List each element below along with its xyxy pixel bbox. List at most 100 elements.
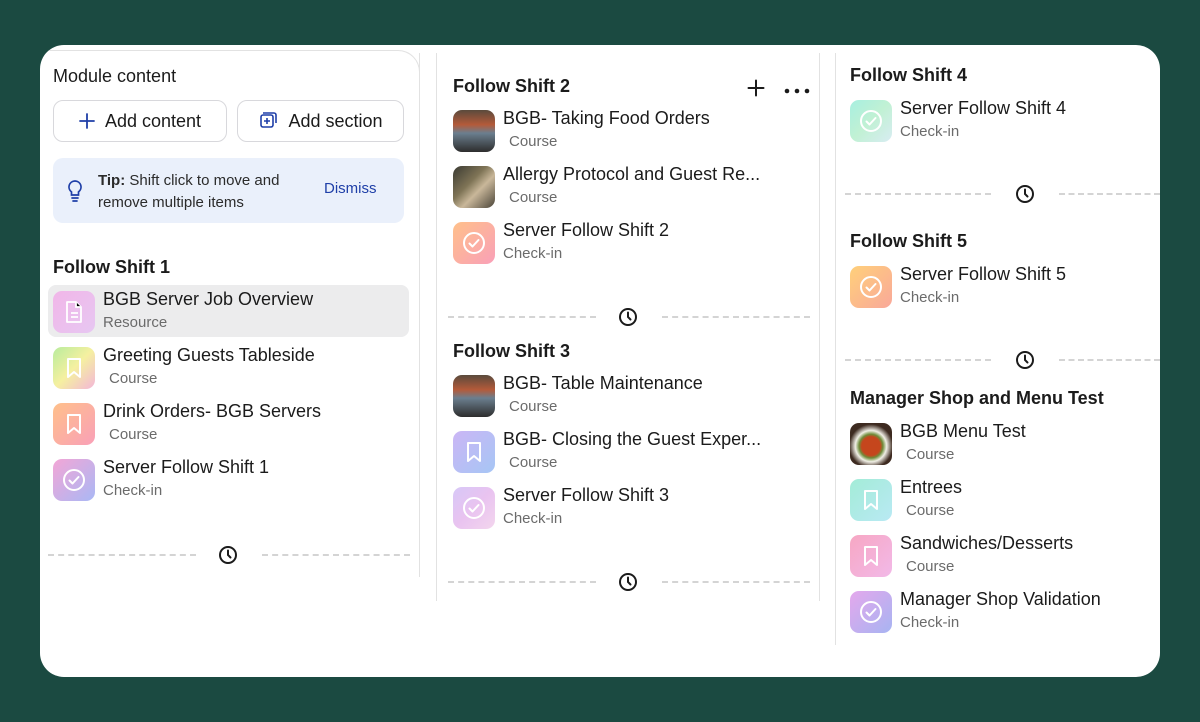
clock-icon[interactable] <box>618 572 638 597</box>
item-type: Course <box>509 133 558 150</box>
list-item[interactable]: BGB Server Job Overview Resource <box>48 285 409 337</box>
section-actions <box>747 79 811 102</box>
item-name: Allergy Protocol and Guest Re... <box>503 164 761 184</box>
item-name: Server Follow Shift 5 <box>900 264 1067 284</box>
clock-icon[interactable] <box>618 307 638 332</box>
column-separator <box>819 53 820 601</box>
check-circle-icon <box>850 266 892 308</box>
item-name: Greeting Guests Tableside <box>103 345 315 365</box>
section-divider <box>448 307 810 327</box>
list-item[interactable]: Manager Shop Validation Check-in <box>850 585 1150 637</box>
item-type: Check-in <box>103 482 163 499</box>
item-name: Server Follow Shift 2 <box>503 220 670 240</box>
restaurant-photo-thumbnail <box>453 110 495 152</box>
module-content-title: Module content <box>53 66 177 86</box>
add-section-button[interactable]: Add section <box>237 100 404 142</box>
section-divider <box>48 545 410 565</box>
section-title: Follow Shift 2 <box>453 76 570 96</box>
add-content-button[interactable]: Add content <box>53 100 227 142</box>
check-circle-icon <box>850 591 892 633</box>
item-type: Course <box>109 426 158 443</box>
list-item[interactable]: BGB- Taking Food Orders Course <box>453 104 813 156</box>
item-name: Server Follow Shift 3 <box>503 485 670 505</box>
item-type: Check-in <box>503 245 563 262</box>
section-title: Follow Shift 5 <box>850 231 967 251</box>
item-name: Server Follow Shift 4 <box>900 98 1067 118</box>
tip-message: Shift click to move and remove multiple … <box>98 172 280 211</box>
restaurant-photo-thumbnail <box>453 375 495 417</box>
item-type: Course <box>509 189 558 206</box>
tip-text: Tip: Shift click to move and remove mult… <box>98 170 318 214</box>
bookmark-icon <box>453 431 495 473</box>
item-name: Entrees <box>900 477 963 497</box>
module-editor-card: Module content Add content Add section T… <box>40 45 1160 677</box>
list-item[interactable]: BGB- Closing the Guest Exper... Course <box>453 425 813 477</box>
tip-banner: Tip: Shift click to move and remove mult… <box>53 158 404 223</box>
check-circle-icon <box>453 487 495 529</box>
section-divider <box>845 184 1160 204</box>
item-type: Course <box>906 502 955 519</box>
item-name: BGB Menu Test <box>900 421 1026 441</box>
list-item[interactable]: Allergy Protocol and Guest Re... Course <box>453 160 813 212</box>
column-separator <box>419 53 420 577</box>
lightbulb-icon <box>67 179 83 208</box>
column-separator <box>835 53 836 645</box>
section-title: Follow Shift 3 <box>453 341 570 361</box>
list-item[interactable]: BGB- Table Maintenance Course <box>453 369 813 421</box>
list-item[interactable]: Server Follow Shift 1 Check-in <box>53 453 409 505</box>
item-type: Resource <box>103 314 168 331</box>
check-circle-icon <box>850 100 892 142</box>
add-section-label: Add section <box>288 110 383 131</box>
item-type: Check-in <box>900 614 960 631</box>
bookmark-icon <box>850 535 892 577</box>
clock-icon[interactable] <box>1015 184 1035 209</box>
section-title: Follow Shift 1 <box>53 257 170 277</box>
section-divider <box>845 350 1160 370</box>
section-title: Follow Shift 4 <box>850 65 967 85</box>
check-circle-icon <box>53 459 95 501</box>
item-type: Check-in <box>900 123 960 140</box>
dismiss-button[interactable]: Dismiss <box>324 180 377 197</box>
column-separator <box>436 53 437 601</box>
add-section-icon <box>258 111 278 131</box>
list-item[interactable]: Server Follow Shift 3 Check-in <box>453 481 813 533</box>
bookmark-icon <box>53 347 95 389</box>
clock-icon[interactable] <box>218 545 238 570</box>
list-item[interactable]: Server Follow Shift 4 Check-in <box>850 94 1150 146</box>
clock-icon[interactable] <box>1015 350 1035 375</box>
item-name: Server Follow Shift 1 <box>103 457 270 477</box>
list-item[interactable]: Entrees Course <box>850 473 1150 525</box>
plus-icon[interactable] <box>747 79 765 102</box>
check-circle-icon <box>453 222 495 264</box>
add-content-label: Add content <box>104 110 202 131</box>
item-type: Course <box>109 370 158 387</box>
bookmark-icon <box>850 479 892 521</box>
list-item[interactable]: Drink Orders- BGB Servers Course <box>53 397 409 449</box>
list-item[interactable]: Server Follow Shift 5 Check-in <box>850 260 1150 312</box>
guest-photo-thumbnail <box>453 166 495 208</box>
item-name: Drink Orders- BGB Servers <box>103 401 322 421</box>
more-options-icon[interactable] <box>783 82 811 100</box>
document-icon <box>53 291 95 333</box>
item-name: Manager Shop Validation <box>900 589 1101 609</box>
item-name: BGB- Closing the Guest Exper... <box>503 429 762 449</box>
list-item[interactable]: Sandwiches/Desserts Course <box>850 529 1150 581</box>
item-name: BGB- Taking Food Orders <box>503 108 710 128</box>
item-type: Course <box>509 454 558 471</box>
item-type: Course <box>906 558 955 575</box>
list-item[interactable]: Greeting Guests Tableside Course <box>53 341 409 393</box>
list-item[interactable]: Server Follow Shift 2 Check-in <box>453 216 813 268</box>
item-type: Course <box>906 446 955 463</box>
section-divider <box>448 572 810 592</box>
food-photo-thumbnail <box>850 423 892 465</box>
item-type: Check-in <box>900 289 960 306</box>
plus-icon <box>79 113 95 129</box>
list-item[interactable]: BGB Menu Test Course <box>850 417 1150 469</box>
bookmark-icon <box>53 403 95 445</box>
item-name: BGB- Table Maintenance <box>503 373 703 393</box>
section-title: Manager Shop and Menu Test <box>850 388 1104 408</box>
item-name: Sandwiches/Desserts <box>900 533 1074 553</box>
item-type: Check-in <box>503 510 563 527</box>
item-type: Course <box>509 398 558 415</box>
tip-label: Tip: <box>98 172 126 189</box>
